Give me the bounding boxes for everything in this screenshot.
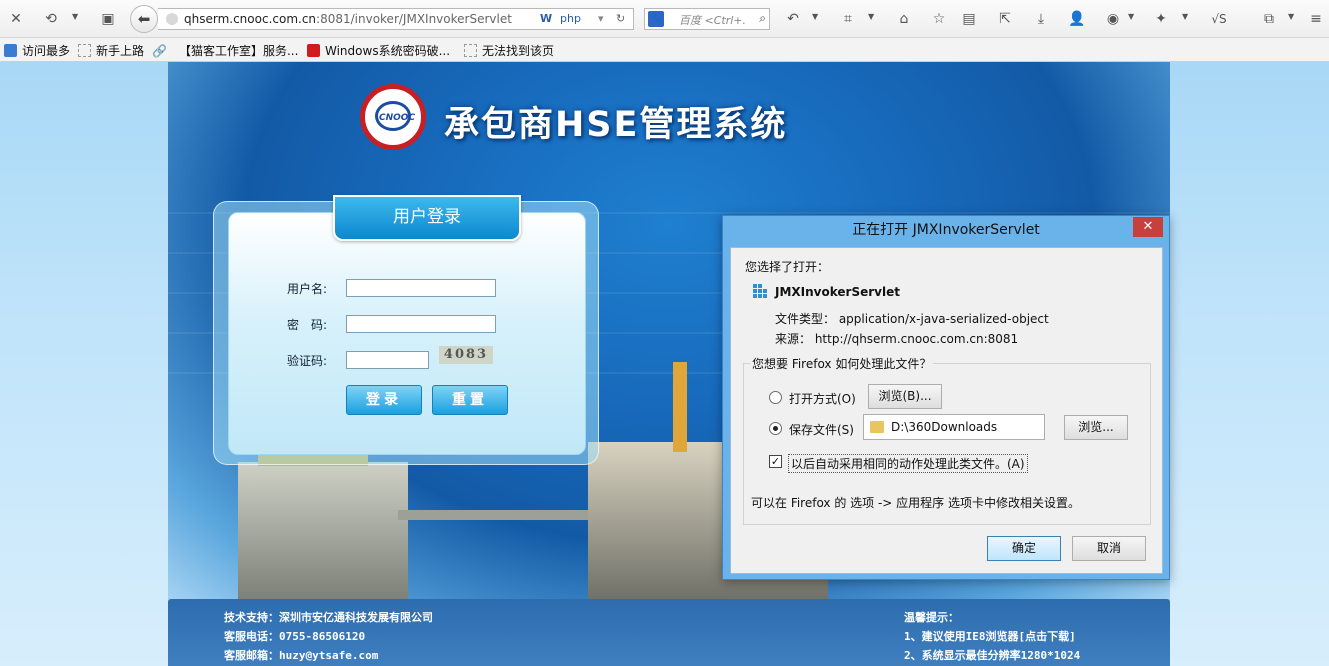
undo-close-icon[interactable]: ⟲: [38, 6, 64, 32]
search-icon[interactable]: ⌕: [759, 11, 766, 26]
footer-tip-title: 温馨提示：: [904, 611, 959, 624]
address-bar[interactable]: qhserm.cnooc.com.cn:8081/invoker/JMXInvo…: [158, 8, 634, 30]
chevron-down-icon[interactable]: ▼: [1128, 12, 1134, 21]
share-icon[interactable]: ⇱: [992, 6, 1018, 32]
login-form: 用户登录 用户名: 密 码: 验证码: 4083 登录 重置: [228, 195, 586, 455]
dialog-title: 正在打开 JMXInvokerServlet: [852, 222, 1040, 238]
auto-action-checkbox[interactable]: ✓: [769, 455, 782, 468]
download-dialog: 正在打开 JMXInvokerServlet ✕ 您选择了打开： JMXInvo…: [722, 215, 1170, 580]
red-c-icon: [307, 44, 320, 57]
file-name: JMXInvokerServlet: [775, 285, 900, 299]
bookmark-star-icon[interactable]: ☆: [926, 6, 952, 32]
action-question: 您想要 Firefox 如何处理此文件？: [750, 355, 934, 372]
chosen-label: 您选择了打开：: [745, 260, 830, 274]
site-identity-icon[interactable]: [166, 13, 178, 25]
chevron-down-icon[interactable]: ▼: [1182, 12, 1188, 21]
file-type: 文件类型： application/x-java-serialized-obje…: [775, 312, 1049, 326]
open-with-radio[interactable]: [769, 391, 782, 404]
browse-folder-button[interactable]: 浏览...: [1064, 415, 1128, 440]
platform-image: [238, 462, 408, 602]
auto-action-label[interactable]: 以后自动采用相同的动作处理此类文件。(A): [788, 454, 1028, 473]
captcha-label: 验证码:: [287, 354, 328, 368]
bookmark-item[interactable]: 🔗 【猫客工作室】服务...: [152, 42, 298, 59]
browser-toolbar: ✕ ⟲ ▼ ▣ ⬅ qhserm.cnooc.com.cn:8081/invok…: [0, 0, 1329, 38]
password-label: 密 码:: [287, 318, 328, 332]
file-type-icon: [753, 284, 767, 300]
globe-menu-icon[interactable]: ◉: [1100, 6, 1126, 32]
search-input[interactable]: 百度 <Ctrl+.: [679, 12, 746, 28]
save-file-label[interactable]: 保存文件(S): [789, 421, 854, 438]
reload-icon[interactable]: ↻: [616, 12, 625, 25]
browse-app-button[interactable]: 浏览(B)...: [868, 384, 942, 409]
username-label: 用户名:: [287, 282, 328, 296]
folder-icon: [870, 421, 884, 433]
chevron-down-icon[interactable]: ▼: [868, 12, 874, 21]
bookmark-item[interactable]: 访问最多: [4, 42, 70, 59]
reset-button[interactable]: 重置: [432, 385, 508, 415]
bookmarks-bar: 访问最多 新手上路 🔗 【猫客工作室】服务... Windows系统密码破... …: [0, 38, 1329, 62]
page-menu-icon[interactable]: ⧉: [1256, 6, 1282, 32]
baidu-paw-icon[interactable]: 🐾: [648, 11, 664, 27]
close-tab-icon[interactable]: ✕: [3, 6, 29, 32]
url-text[interactable]: qhserm.cnooc.com.cn:8081/invoker/JMXInvo…: [184, 12, 512, 26]
back-button[interactable]: ⬅: [130, 5, 158, 33]
page-icon: [78, 44, 91, 57]
login-button[interactable]: 登录: [346, 385, 422, 415]
magnifier-bookmark-icon: [4, 44, 17, 57]
bookmark-item[interactable]: Windows系统密码破...: [307, 42, 450, 59]
cnooc-logo: CNOOC: [360, 84, 426, 150]
sidebar-icon[interactable]: ▣: [95, 6, 121, 32]
footer-email: 客服邮箱：huzy@ytsafe.com: [224, 649, 379, 662]
page-icon: [464, 44, 477, 57]
bridge-image: [398, 510, 598, 520]
save-file-radio[interactable]: [769, 422, 782, 435]
link-icon: 🔗: [152, 43, 167, 58]
file-source: 来源： http://qhserm.cnooc.com.cn:8081: [775, 332, 1019, 346]
dropdown-icon[interactable]: ▾: [598, 12, 604, 25]
site-title: 承包商HSE管理系统: [444, 105, 788, 145]
w-icon[interactable]: W: [540, 12, 552, 25]
js-toggle-icon[interactable]: √S: [1202, 6, 1236, 32]
cancel-button[interactable]: 取消: [1072, 536, 1146, 561]
dialog-body: 您选择了打开： JMXInvokerServlet 文件类型： applicat…: [730, 247, 1163, 574]
crop-icon[interactable]: ⌗: [835, 6, 861, 32]
save-path-field[interactable]: D:\360Downloads: [863, 414, 1045, 440]
captcha-image[interactable]: 4083: [439, 346, 493, 364]
settings-hint: 可以在 Firefox 的 选项 -> 应用程序 选项卡中修改相关设置。: [751, 496, 1080, 510]
footer-tip-download[interactable]: 1、建议使用IE8浏览器[点击下载]: [904, 628, 1076, 644]
footer-tip-resolution: 2、系统显示最佳分辨率1280*1024: [904, 649, 1081, 662]
chevron-down-icon[interactable]: ▼: [812, 12, 818, 21]
chevron-down-icon[interactable]: ▼: [72, 12, 78, 21]
login-panel: 用户登录 用户名: 密 码: 验证码: 4083 登录 重置: [213, 195, 599, 465]
addon-icon[interactable]: ✦: [1148, 6, 1174, 32]
footer-phone: 客服电话：0755-86506120: [224, 630, 366, 643]
home-icon[interactable]: ⌂: [891, 6, 917, 32]
crane-image: [673, 362, 687, 452]
search-bar[interactable]: 🐾 百度 <Ctrl+. ⌕: [644, 8, 770, 30]
bookmarks-list-icon[interactable]: ▤: [956, 6, 982, 32]
user-icon[interactable]: 👤: [1064, 6, 1090, 32]
menu-icon[interactable]: ≡: [1303, 6, 1329, 32]
download-icon[interactable]: ⤓: [1028, 6, 1054, 32]
captcha-input[interactable]: [346, 351, 429, 369]
chevron-down-icon[interactable]: ▼: [1288, 12, 1294, 21]
login-title: 用户登录: [333, 195, 521, 241]
php-icon[interactable]: php: [560, 12, 581, 25]
footer-support: 技术支持：深圳市安亿通科技发展有限公司: [224, 611, 433, 624]
username-input[interactable]: [346, 279, 496, 297]
bookmark-item[interactable]: 新手上路: [78, 42, 144, 59]
password-input[interactable]: [346, 315, 496, 333]
undo-icon[interactable]: ↶: [780, 6, 806, 32]
ok-button[interactable]: 确定: [987, 536, 1061, 561]
bookmark-item[interactable]: 无法找到该页: [464, 42, 554, 59]
close-icon[interactable]: ✕: [1133, 217, 1163, 237]
page-footer: 技术支持：深圳市安亿通科技发展有限公司 客服电话：0755-86506120 客…: [168, 599, 1170, 666]
open-with-label[interactable]: 打开方式(O): [789, 390, 856, 407]
